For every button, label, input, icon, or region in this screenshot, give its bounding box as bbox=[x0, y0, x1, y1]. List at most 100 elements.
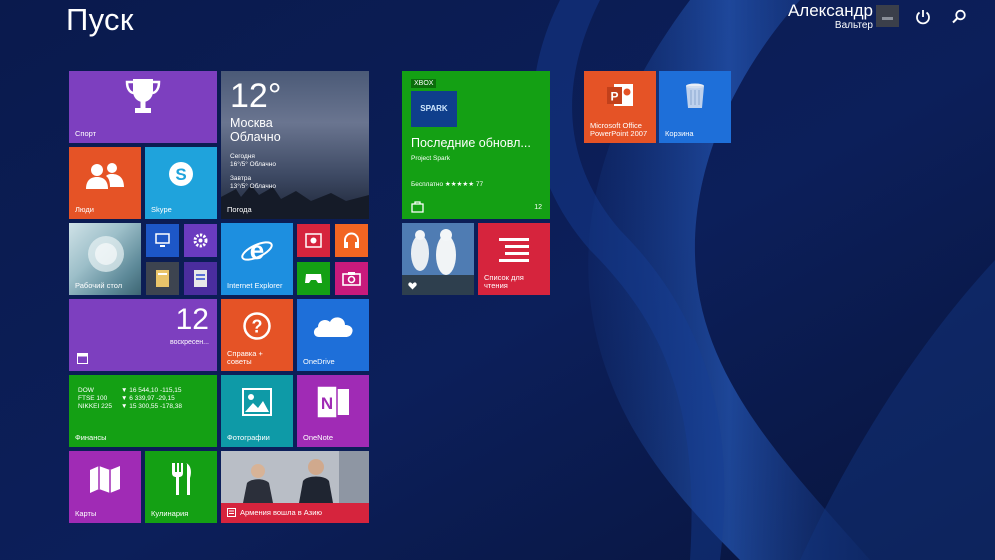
user-name: Александр bbox=[787, 1, 873, 20]
tile-label: Кулинария bbox=[151, 508, 189, 518]
tile-reading-list[interactable]: Список для чтения bbox=[478, 223, 550, 295]
tile-mail[interactable] bbox=[146, 224, 179, 257]
tile-photos[interactable]: Фотографии bbox=[221, 375, 293, 447]
store-title: Последние обновл... bbox=[411, 136, 531, 150]
tile-label: OneNote bbox=[303, 432, 334, 442]
search-icon[interactable] bbox=[950, 8, 968, 26]
tile-video[interactable] bbox=[297, 224, 330, 257]
reading-list-icon bbox=[499, 238, 529, 262]
tile-label: Рабочий стол bbox=[75, 280, 123, 290]
tile-label: Корзина bbox=[665, 128, 694, 138]
skype-icon: S bbox=[169, 162, 193, 186]
svg-text:S: S bbox=[175, 165, 186, 184]
store-rating: Бесплатно ★★★★★ 77 bbox=[411, 181, 484, 188]
stock-value: ▼ 15 300,55 -178,38 bbox=[121, 403, 183, 411]
tile-news[interactable]: Армения вошла в Азию bbox=[221, 451, 369, 523]
fork-knife-icon bbox=[172, 463, 191, 495]
folder-icon bbox=[156, 270, 169, 287]
news-photo bbox=[221, 451, 369, 503]
tile-onedrive[interactable]: OneDrive bbox=[297, 299, 369, 371]
tile-label: OneDrive bbox=[303, 356, 335, 366]
tile-finance[interactable]: DOW FTSE 100 NIKKEI 225 ▼ 16 544,10 -115… bbox=[69, 375, 217, 447]
weather-condition: Облачно bbox=[230, 130, 281, 145]
store-subtitle: Project Spark bbox=[411, 155, 451, 162]
svg-text:e: e bbox=[250, 235, 264, 265]
user-surname: Вальтер bbox=[834, 20, 873, 31]
tile-internet-explorer[interactable]: e Internet Explorer bbox=[221, 223, 293, 295]
power-icon[interactable] bbox=[914, 8, 932, 26]
dandelion-image bbox=[88, 236, 124, 272]
gear-icon bbox=[193, 233, 208, 248]
map-icon bbox=[90, 466, 120, 493]
tile-sport[interactable]: Спорт bbox=[69, 71, 217, 143]
user-account[interactable]: Александр Вальтер bbox=[788, 2, 873, 31]
stock-name: NIKKEI 225 bbox=[78, 403, 112, 411]
calendar-icon bbox=[77, 353, 88, 364]
recycle-bin-icon bbox=[686, 83, 704, 108]
tile-explorer[interactable] bbox=[146, 262, 179, 295]
tile-onenote[interactable]: N OneNote bbox=[297, 375, 369, 447]
stock-name: FTSE 100 bbox=[78, 395, 108, 403]
tile-weather[interactable]: 12° Москва Облачно Сегодня 16°/5° Облачн… bbox=[221, 71, 369, 219]
tile-label: Microsoft Office PowerPoint 2007 bbox=[590, 121, 648, 139]
tile-label: Карты bbox=[75, 508, 97, 518]
tile-label: Армения вошла в Азию bbox=[240, 507, 323, 517]
stock-name: DOW bbox=[78, 387, 94, 394]
tile-label: Погода bbox=[227, 204, 252, 214]
weather-city: Москва bbox=[230, 116, 273, 130]
trophy-icon bbox=[125, 79, 161, 113]
tile-label: Люди bbox=[75, 204, 94, 214]
tile-recycle-bin[interactable]: Корзина bbox=[659, 71, 731, 143]
forecast-tomorrow-label: Завтра bbox=[230, 175, 252, 182]
svg-text:?: ? bbox=[252, 317, 263, 337]
tile-skype[interactable]: S Skype bbox=[145, 147, 217, 219]
tile-health[interactable] bbox=[402, 223, 474, 295]
cloud-icon bbox=[313, 317, 353, 337]
person-pc-icon bbox=[155, 233, 170, 247]
camera-icon bbox=[342, 272, 361, 286]
news-icon bbox=[227, 508, 236, 517]
tile-label: Фотографии bbox=[227, 432, 270, 442]
forecast-today-label: Сегодня bbox=[230, 153, 255, 160]
tile-label: Финансы bbox=[75, 432, 107, 442]
tile-store[interactable]: XBOX SPARK Последние обновл... Project S… bbox=[402, 71, 550, 219]
xbox-badge: XBOX bbox=[411, 79, 437, 88]
svg-text:P: P bbox=[610, 90, 618, 104]
store-count: 12 bbox=[534, 204, 542, 211]
tile-settings[interactable] bbox=[184, 224, 217, 257]
powerpoint-icon: P bbox=[607, 84, 633, 106]
tile-help[interactable]: ? Справка + советы bbox=[221, 299, 293, 371]
svg-text:N: N bbox=[321, 394, 333, 413]
tile-desktop[interactable]: Рабочий стол bbox=[69, 223, 141, 295]
forecast-today-value: 16°/5° Облачно bbox=[230, 160, 276, 168]
tile-powerpoint[interactable]: P Microsoft Office PowerPoint 2007 bbox=[584, 71, 656, 143]
weather-temperature: 12° bbox=[230, 77, 282, 115]
tile-documents[interactable] bbox=[184, 262, 217, 295]
tile-label: Internet Explorer bbox=[227, 280, 283, 290]
avatar[interactable] bbox=[876, 5, 899, 27]
tile-label: Список для чтения bbox=[484, 272, 524, 290]
tile-food[interactable]: Кулинария bbox=[145, 451, 217, 523]
onenote-icon: N bbox=[316, 385, 349, 419]
help-icon: ? bbox=[243, 312, 271, 340]
tile-label: Skype bbox=[151, 204, 172, 214]
gamepad-icon bbox=[305, 274, 322, 283]
tile-maps[interactable]: Карты bbox=[69, 451, 141, 523]
video-icon bbox=[305, 233, 322, 248]
ie-icon: e bbox=[241, 235, 273, 265]
people-icon bbox=[86, 163, 124, 189]
tile-camera[interactable] bbox=[335, 262, 368, 295]
store-icon bbox=[411, 201, 424, 213]
stock-value: ▼ 16 544,10 -115,15 bbox=[121, 387, 182, 394]
forecast-tomorrow-value: 13°/5° Облачно bbox=[230, 182, 276, 190]
tile-calendar[interactable]: 12 воскресен... bbox=[69, 299, 217, 371]
tile-people[interactable]: Люди bbox=[69, 147, 141, 219]
calendar-day: 12 bbox=[175, 303, 209, 336]
spark-logo: SPARK bbox=[411, 91, 457, 127]
tile-label: Спорт bbox=[75, 128, 97, 138]
tile-label: Справка + советы bbox=[227, 348, 263, 366]
stock-value: ▼ 6 339,97 -29,15 bbox=[121, 395, 175, 403]
tile-music[interactable] bbox=[335, 224, 368, 257]
document-icon bbox=[194, 270, 207, 287]
tile-games[interactable] bbox=[297, 262, 330, 295]
